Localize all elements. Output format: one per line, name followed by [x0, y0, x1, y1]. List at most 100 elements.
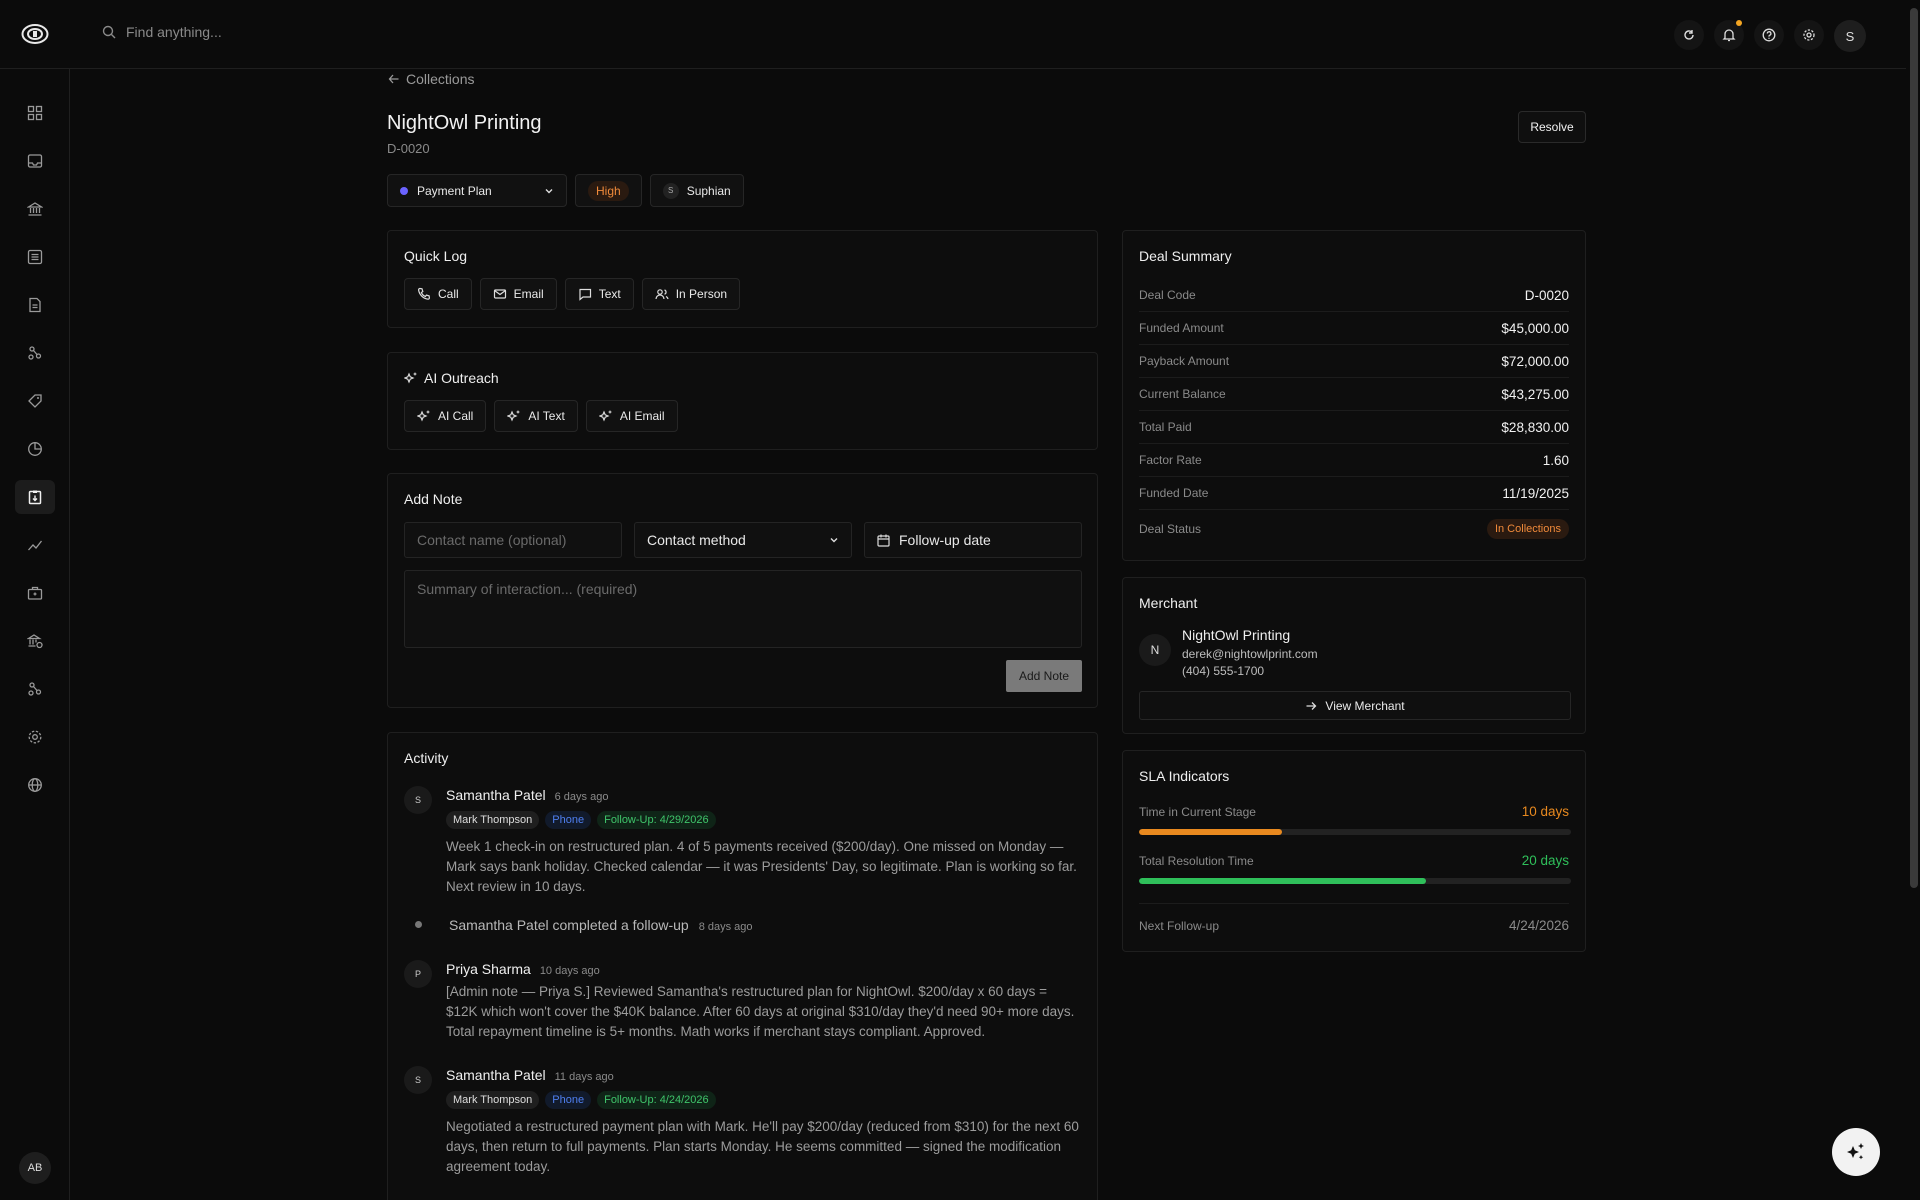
follow-up-tag: Follow-Up: 4/24/2026	[597, 1091, 716, 1109]
sla-card: SLA Indicators Time in Current Stage 10 …	[1122, 750, 1586, 952]
sidebar-item-offers[interactable]	[15, 384, 55, 418]
summary-row: Current Balance $43,275.00	[1139, 378, 1569, 411]
workflow-icon	[28, 682, 42, 696]
log-call-label: Call	[438, 287, 459, 301]
dashboard-icon	[27, 105, 43, 121]
global-search[interactable]	[102, 24, 526, 40]
inbox-icon	[27, 154, 43, 168]
sidebar-item-bank[interactable]	[15, 192, 55, 226]
sidebar-item-portfolio[interactable]	[15, 576, 55, 610]
sidebar-item-dashboard[interactable]	[15, 96, 55, 130]
contact-name-input[interactable]	[417, 532, 609, 548]
settings-icon	[1803, 29, 1815, 41]
collections-icon	[28, 490, 42, 505]
view-merchant-button[interactable]: View Merchant	[1139, 691, 1571, 720]
ai-call-label: AI Call	[438, 409, 474, 423]
contact-name-field[interactable]	[404, 522, 622, 558]
sidebar-user-avatar[interactable]: AB	[19, 1152, 51, 1184]
sidebar-item-analytics[interactable]	[15, 528, 55, 562]
resolve-button[interactable]: Resolve	[1518, 111, 1586, 143]
summary-row: Deal Code D-0020	[1139, 279, 1569, 312]
resolution-time-value: 20 days	[1521, 853, 1569, 868]
sidebar-item-list[interactable]	[15, 240, 55, 274]
settings-button[interactable]	[1794, 20, 1824, 50]
ai-assistant-button[interactable]	[1832, 1128, 1880, 1176]
contact-method-select[interactable]: Contact method	[634, 522, 852, 558]
stage-progress-fill	[1139, 829, 1282, 835]
summary-value: D-0020	[1524, 287, 1569, 303]
back-link-label: Collections	[406, 71, 475, 87]
user-avatar[interactable]: S	[1834, 20, 1866, 52]
chevron-down-icon	[545, 188, 553, 193]
log-email-button[interactable]: Email	[479, 278, 557, 310]
refresh-button[interactable]	[1674, 20, 1704, 50]
ai-email-button[interactable]: AI Email	[585, 400, 678, 432]
event-dot	[415, 921, 422, 928]
sidebar-item-workflows[interactable]	[15, 672, 55, 706]
sidebar-item-documents[interactable]	[15, 288, 55, 322]
bank-icon	[27, 202, 43, 216]
add-note-title: Add Note	[404, 491, 463, 507]
search-input[interactable]	[126, 24, 526, 40]
summary-textarea[interactable]	[417, 581, 1069, 637]
summary-field[interactable]	[404, 570, 1082, 648]
message-icon	[579, 288, 591, 301]
summary-value: 11/19/2025	[1502, 485, 1569, 501]
summary-key: Factor Rate	[1139, 453, 1202, 467]
method-tag: Phone	[545, 811, 592, 829]
contact-method-label: Contact method	[647, 532, 746, 548]
summary-row: Payback Amount $72,000.00	[1139, 345, 1569, 378]
page-scrollbar[interactable]	[1910, 8, 1918, 888]
help-button[interactable]	[1754, 20, 1784, 50]
summary-value: 1.60	[1542, 452, 1569, 468]
notifications-button[interactable]	[1714, 20, 1744, 50]
sidebar-item-settings[interactable]	[15, 720, 55, 754]
merchant-phone[interactable]: (404) 555-1700	[1182, 664, 1264, 678]
sidebar-item-global[interactable]	[15, 768, 55, 802]
refresh-icon	[1684, 30, 1694, 40]
stage-time-label: Time in Current Stage	[1139, 804, 1256, 819]
activity-card: Activity S Samantha Patel 6 days ago Mar…	[387, 732, 1098, 1200]
assignee-pill[interactable]: S Suphian	[649, 174, 744, 207]
merchant-email[interactable]: derek@nightowlprint.com	[1182, 647, 1318, 661]
sidebar-item-lenders[interactable]	[15, 624, 55, 658]
add-note-button[interactable]: Add Note	[1006, 660, 1082, 692]
sparkles-icon	[507, 410, 521, 422]
log-call-button[interactable]: Call	[404, 278, 472, 310]
phone-icon	[418, 287, 431, 300]
sidebar-item-inbox[interactable]	[15, 144, 55, 178]
status-select[interactable]: Payment Plan	[387, 174, 567, 207]
activity-time: 6 days ago	[554, 791, 609, 803]
divider	[1139, 903, 1569, 904]
activity-body: Week 1 check-in on restructured plan. 4 …	[446, 839, 1077, 894]
activity-event: Samantha Patel completed a follow-up 8 d…	[404, 917, 753, 933]
sla-title: SLA Indicators	[1139, 768, 1230, 784]
log-text-button[interactable]: Text	[564, 278, 634, 310]
follow-up-date-picker[interactable]: Follow-up date	[864, 522, 1082, 558]
briefcase-icon	[27, 586, 43, 600]
log-in-person-button[interactable]: In Person	[641, 278, 741, 310]
assignee-avatar: S	[662, 182, 679, 199]
follow-up-date-label: Follow-up date	[899, 532, 991, 548]
app-logo-icon[interactable]	[21, 23, 49, 45]
event-time: 8 days ago	[698, 921, 753, 933]
merchant-name: NightOwl Printing	[1182, 627, 1291, 643]
ai-call-button[interactable]: AI Call	[404, 400, 487, 432]
follow-up-tag: Follow-Up: 4/29/2026	[597, 811, 716, 829]
search-icon	[102, 25, 116, 39]
pie-icon	[28, 442, 42, 456]
activity-time: 10 days ago	[539, 965, 600, 977]
next-follow-up-value: 4/24/2026	[1508, 918, 1569, 933]
ai-text-button[interactable]: AI Text	[494, 400, 578, 432]
priority-pill[interactable]: High	[575, 174, 642, 207]
summary-row: Total Paid $28,830.00	[1139, 411, 1569, 444]
summary-key: Total Paid	[1139, 420, 1192, 434]
summary-row: Funded Amount $45,000.00	[1139, 312, 1569, 345]
sidebar-item-collections[interactable]	[15, 480, 55, 514]
deal-status-badge: In Collections	[1486, 518, 1569, 539]
activity-avatar: S	[404, 786, 432, 814]
sidebar-item-reports[interactable]	[15, 432, 55, 466]
deal-id: D-0020	[387, 141, 430, 156]
sidebar-item-network[interactable]	[15, 336, 55, 370]
back-link[interactable]: Collections	[388, 71, 474, 87]
